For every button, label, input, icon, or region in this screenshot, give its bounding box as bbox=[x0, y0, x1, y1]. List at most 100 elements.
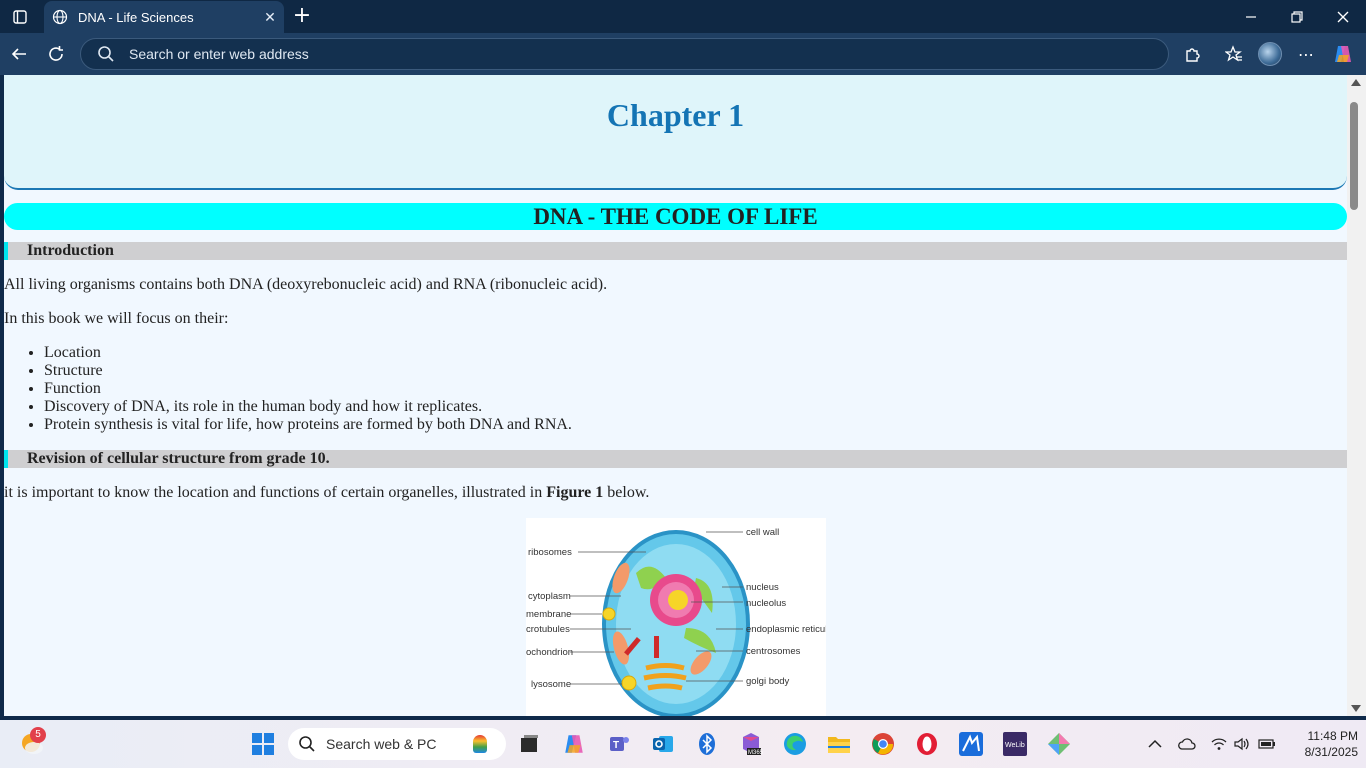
welib-app[interactable]: WeLib bbox=[999, 728, 1031, 760]
battery-button[interactable] bbox=[1251, 728, 1283, 760]
copilot-icon bbox=[1335, 46, 1351, 62]
taskbar-search-placeholder: Search web & PC bbox=[326, 736, 437, 752]
search-icon bbox=[299, 736, 315, 752]
scroll-up-arrow-icon[interactable] bbox=[1351, 79, 1361, 86]
label-centrosomes: centrosomes bbox=[746, 646, 801, 657]
page-viewport: Chapter 1 DNA - THE CODE OF LIFE Introdu… bbox=[4, 75, 1347, 716]
taskbar: Search web & PC T M365 WeLib 11:48 PM 8/… bbox=[0, 720, 1366, 768]
revision-paragraph: it is important to know the location and… bbox=[4, 484, 649, 502]
title-bar: DNA - Life Sciences ✕ + bbox=[0, 0, 1366, 33]
vertical-scrollbar[interactable] bbox=[1347, 75, 1366, 716]
browser-toolbar: Search or enter web address ⋯ bbox=[0, 33, 1366, 75]
tab-actions-button[interactable] bbox=[0, 0, 40, 33]
section-heading-revision: Revision of cellular structure from grad… bbox=[4, 450, 1347, 468]
onedrive-button[interactable] bbox=[1171, 728, 1203, 760]
chrome-icon bbox=[872, 733, 894, 755]
taskbar-search[interactable]: Search web & PC bbox=[288, 728, 506, 760]
list-item: Function bbox=[44, 380, 572, 398]
svg-text:WeLib: WeLib bbox=[1005, 742, 1025, 749]
copilot-app[interactable] bbox=[558, 728, 590, 760]
label-lysosome: lysosome bbox=[531, 679, 571, 690]
tab-title: DNA - Life Sciences bbox=[78, 9, 194, 25]
extensions-button[interactable] bbox=[1178, 39, 1208, 69]
revision-text-end: below. bbox=[603, 484, 650, 501]
label-cytoplasm: cytoplasm bbox=[528, 591, 571, 602]
label-mitochondrion: ochondrion bbox=[526, 647, 573, 658]
browser-tab[interactable]: DNA - Life Sciences ✕ bbox=[44, 1, 284, 33]
animal-cell-illustration: cell wall ribosomes nucleus nucleolus cy… bbox=[526, 527, 826, 716]
microsoft-365-icon: M365 bbox=[743, 733, 764, 756]
copilot-icon bbox=[565, 735, 583, 753]
edge-icon bbox=[784, 733, 806, 755]
tab-actions-icon bbox=[13, 9, 27, 24]
label-golgi-body: golgi body bbox=[746, 676, 790, 687]
opera-app[interactable] bbox=[911, 728, 943, 760]
gemini-app[interactable] bbox=[1043, 728, 1075, 760]
globe-icon bbox=[52, 9, 68, 25]
diamond-app-icon bbox=[1048, 733, 1070, 755]
label-endoplasmic-reticulum: endoplasmic reticulu bbox=[746, 624, 826, 635]
close-icon bbox=[1337, 11, 1349, 22]
cloud-icon bbox=[1178, 738, 1196, 750]
bluetooth-icon bbox=[699, 733, 715, 755]
copilot-button[interactable] bbox=[1328, 39, 1358, 69]
back-button[interactable] bbox=[4, 39, 34, 69]
folder-icon bbox=[828, 737, 850, 753]
task-view-button[interactable] bbox=[513, 728, 545, 760]
clock-date: 8/31/2025 bbox=[1304, 745, 1358, 759]
list-item: Protein synthesis is vital for life, how… bbox=[44, 416, 572, 434]
label-microtubules: crotubules bbox=[526, 624, 570, 635]
weather-notification-badge: 5 bbox=[30, 727, 46, 743]
welib-icon: WeLib bbox=[1003, 732, 1027, 756]
task-view-icon bbox=[521, 735, 538, 752]
outlook-app[interactable] bbox=[647, 728, 679, 760]
label-ribosomes: ribosomes bbox=[528, 547, 572, 558]
profile-button[interactable] bbox=[1255, 39, 1285, 69]
refresh-button[interactable] bbox=[41, 39, 71, 69]
chapter-title: Chapter 1 bbox=[606, 97, 745, 133]
ellipsis-icon: ⋯ bbox=[1298, 44, 1314, 64]
more-menu-button[interactable]: ⋯ bbox=[1291, 39, 1321, 69]
teams-app[interactable]: T bbox=[603, 728, 635, 760]
star-list-icon bbox=[1225, 45, 1242, 62]
minimize-button[interactable] bbox=[1228, 0, 1274, 33]
label-membrane: membrane bbox=[526, 609, 571, 620]
focus-list: Location Structure Function Discovery of… bbox=[44, 344, 572, 434]
address-bar[interactable]: Search or enter web address bbox=[80, 38, 1169, 70]
system-clock[interactable]: 11:48 PM 8/31/2025 bbox=[1280, 728, 1358, 760]
bluetooth-app[interactable] bbox=[691, 728, 723, 760]
wifi-icon bbox=[1211, 738, 1227, 750]
avatar bbox=[1258, 42, 1282, 66]
puzzle-icon bbox=[1186, 48, 1200, 62]
list-item: Location bbox=[44, 344, 572, 362]
favorites-button[interactable] bbox=[1219, 39, 1249, 69]
svg-text:M365: M365 bbox=[748, 750, 764, 756]
restore-button[interactable] bbox=[1274, 0, 1320, 33]
list-item: Structure bbox=[44, 362, 572, 380]
blue-app-icon bbox=[959, 732, 983, 756]
battery-icon bbox=[1258, 739, 1275, 749]
file-explorer-app[interactable] bbox=[823, 728, 855, 760]
chapter-banner: DNA - THE CODE OF LIFE bbox=[4, 203, 1347, 230]
scroll-down-arrow-icon[interactable] bbox=[1351, 705, 1361, 712]
start-button[interactable] bbox=[247, 728, 279, 760]
minimize-icon bbox=[1246, 15, 1256, 18]
chrome-app[interactable] bbox=[867, 728, 899, 760]
new-tab-button[interactable]: + bbox=[290, 4, 314, 28]
show-hidden-icons-button[interactable] bbox=[1139, 728, 1171, 760]
revision-text-start: it is important to know the location and… bbox=[4, 484, 547, 501]
label-nucleolus: nucleolus bbox=[746, 598, 786, 609]
edge-app[interactable] bbox=[779, 728, 811, 760]
focus-paragraph: In this book we will focus on their: bbox=[4, 310, 229, 327]
app-shortcut-blue[interactable] bbox=[955, 728, 987, 760]
scroll-thumb[interactable] bbox=[1350, 102, 1358, 210]
restore-icon bbox=[1291, 10, 1303, 23]
figure-reference: Figure 1 bbox=[546, 484, 604, 501]
chapter-header: Chapter 1 bbox=[4, 75, 1347, 190]
cell-diagram-figure: cell wall ribosomes nucleus nucleolus cy… bbox=[526, 518, 826, 716]
label-nucleus: nucleus bbox=[746, 582, 779, 593]
close-tab-icon[interactable]: ✕ bbox=[256, 9, 284, 26]
m365-app[interactable]: M365 bbox=[735, 728, 767, 760]
speaker-icon bbox=[1234, 737, 1249, 751]
close-window-button[interactable] bbox=[1320, 0, 1366, 33]
